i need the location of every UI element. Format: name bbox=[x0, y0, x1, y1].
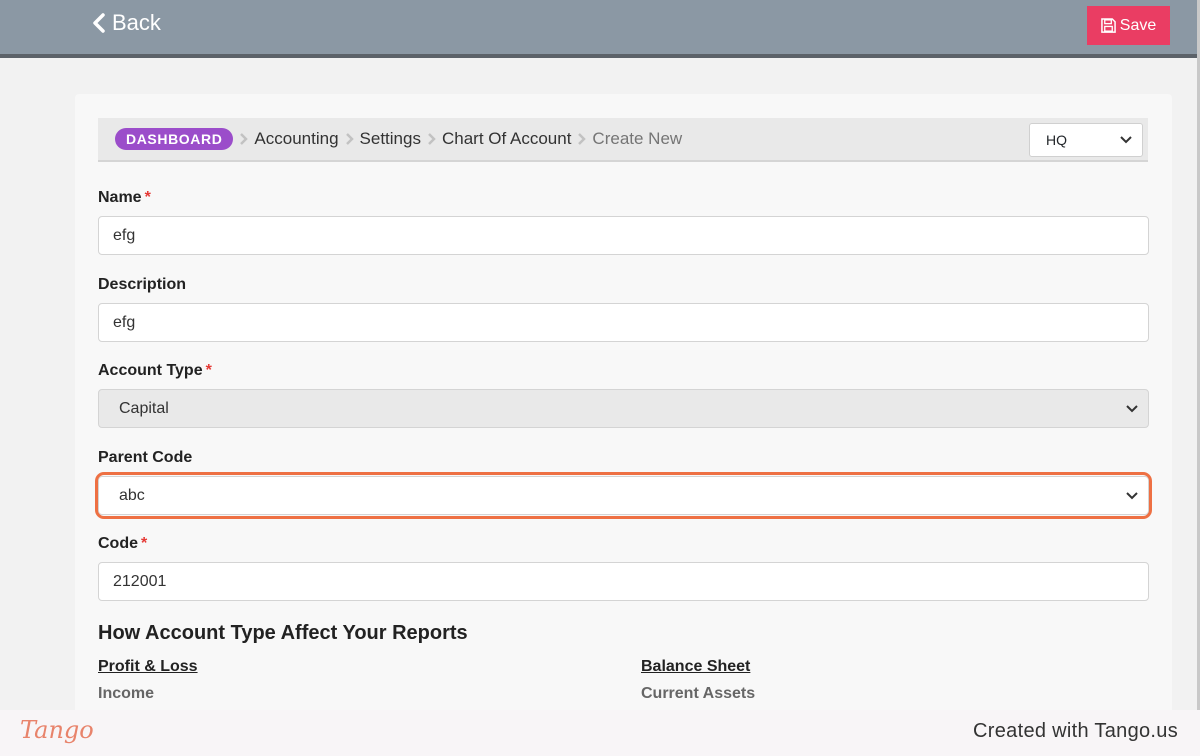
balance-sheet-item: Current Assets bbox=[641, 685, 756, 702]
account-type-select: Capital bbox=[98, 389, 1149, 428]
breadcrumb-current: Create New bbox=[592, 129, 683, 148]
chevron-down-icon bbox=[1126, 491, 1138, 499]
account-type-label: Account Type * bbox=[98, 362, 212, 379]
branch-select-value: HQ bbox=[1046, 132, 1067, 148]
back-button[interactable]: Back bbox=[92, 10, 161, 36]
name-field-value: efg bbox=[113, 226, 136, 244]
chevron-down-icon bbox=[1120, 136, 1132, 144]
chevron-right-icon bbox=[345, 132, 354, 146]
required-asterisk: * bbox=[141, 535, 148, 552]
description-label: Description bbox=[98, 276, 187, 293]
chevron-right-icon bbox=[239, 132, 249, 146]
save-button[interactable]: Save bbox=[1087, 6, 1170, 45]
account-type-value: Capital bbox=[119, 399, 169, 417]
tango-logo: Tango bbox=[20, 716, 94, 744]
required-asterisk: * bbox=[205, 362, 212, 379]
created-with-text: Created with Tango.us bbox=[973, 720, 1178, 742]
chevron-left-icon bbox=[93, 13, 105, 33]
name-field[interactable]: efg bbox=[98, 216, 1149, 255]
save-label: Save bbox=[1119, 16, 1157, 34]
chevron-right-icon bbox=[427, 132, 436, 146]
breadcrumb-settings[interactable]: Settings bbox=[360, 129, 421, 149]
breadcrumb-accounting[interactable]: Accounting bbox=[254, 129, 338, 149]
profit-loss-heading: Profit & Loss bbox=[98, 658, 198, 675]
parent-code-value: abc bbox=[119, 486, 145, 504]
floppy-disk-icon bbox=[1100, 18, 1116, 33]
name-label: Name * bbox=[98, 189, 151, 206]
parent-code-label: Parent Code bbox=[98, 449, 193, 466]
description-field[interactable]: efg bbox=[98, 303, 1149, 342]
reports-section-title: How Account Type Affect Your Reports bbox=[98, 622, 468, 644]
back-label: Back bbox=[112, 10, 161, 35]
breadcrumb-dashboard[interactable]: DASHBOARD bbox=[115, 128, 234, 150]
branch-select[interactable]: HQ bbox=[1029, 123, 1143, 157]
breadcrumb-chart-of-account[interactable]: Chart Of Account bbox=[442, 129, 571, 149]
balance-sheet-heading: Balance Sheet bbox=[641, 658, 751, 675]
code-field-value: 212001 bbox=[113, 572, 167, 590]
code-field[interactable]: 212001 bbox=[98, 562, 1149, 601]
profit-loss-item: Income bbox=[98, 685, 155, 702]
description-field-value: efg bbox=[113, 313, 136, 331]
code-label: Code * bbox=[98, 535, 148, 552]
chevron-right-icon bbox=[577, 132, 587, 146]
chevron-down-icon bbox=[1126, 404, 1138, 412]
required-asterisk: * bbox=[144, 189, 151, 206]
breadcrumb: DASHBOARD Accounting Settings Chart Of A… bbox=[98, 118, 1148, 162]
footer-bar: Tango Created with Tango.us bbox=[0, 710, 1200, 756]
top-toolbar: Back Save bbox=[0, 0, 1200, 58]
parent-code-select[interactable]: abc bbox=[98, 476, 1149, 515]
